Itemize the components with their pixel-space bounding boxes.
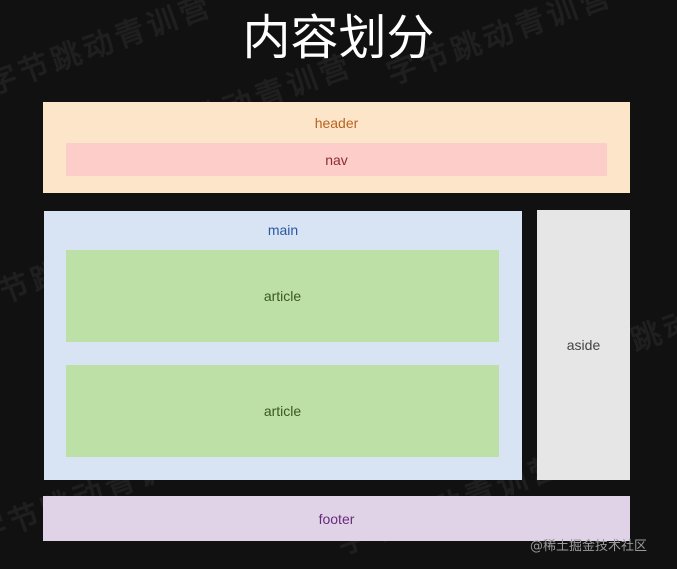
article-region-2: article [66, 365, 499, 457]
diagram-title: 内容划分 [242, 10, 435, 66]
article-region-1: article [66, 250, 499, 342]
nav-label: nav [325, 151, 348, 168]
main-label: main [267, 222, 299, 238]
article-label: article [263, 403, 302, 419]
nav-region: nav [66, 143, 607, 176]
aside-region: aside [537, 210, 630, 480]
source-credit: @稀土掘金技术社区 [530, 539, 648, 554]
article-label: article [263, 288, 302, 304]
header-label: header [314, 115, 359, 131]
footer-label: footer [318, 510, 355, 527]
aside-label: aside [566, 337, 601, 353]
